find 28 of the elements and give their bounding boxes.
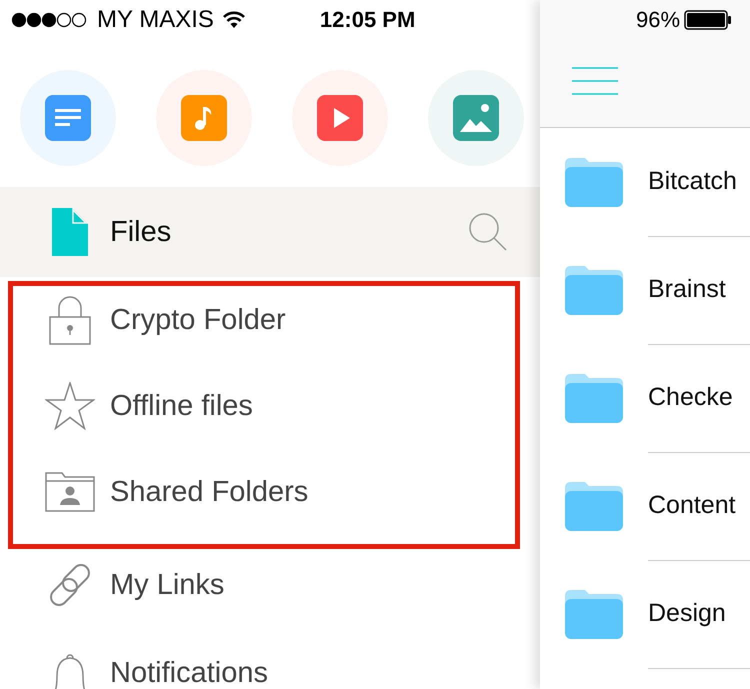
folder-icon [565, 157, 623, 207]
folder-name[interactable]: Design [648, 599, 726, 628]
folder-name[interactable]: Brainst [648, 275, 726, 304]
menu-item[interactable]: Notifications [0, 629, 540, 689]
menu-item[interactable]: Shared Folders [13, 458, 515, 544]
menu-item[interactable]: Crypto Folder [13, 286, 515, 372]
folder-icon [565, 265, 623, 315]
folder-icon [565, 373, 623, 423]
battery-percentage: 96% [636, 7, 680, 33]
battery-icon [684, 10, 732, 30]
folder-name[interactable]: Bitcatch [648, 167, 737, 196]
shared-folder-icon [45, 472, 95, 512]
folder-icon [565, 481, 623, 531]
lock-icon [49, 295, 91, 345]
menu-item[interactable]: My Links [0, 541, 540, 629]
folder-name[interactable]: Checke [648, 383, 733, 412]
menu-icon[interactable] [572, 67, 618, 95]
menu-item[interactable]: Offline files [13, 372, 515, 458]
folder-name[interactable]: Content [648, 491, 736, 520]
signal-strength-icon [11, 12, 89, 28]
file-icon [52, 208, 88, 256]
folder-icon [565, 589, 623, 639]
clock-time: 12:05 PM [320, 7, 416, 33]
menu-item[interactable]: Files [0, 187, 540, 277]
star-icon [45, 382, 95, 430]
wifi-icon [222, 11, 246, 29]
search-icon[interactable] [468, 212, 508, 252]
carrier-name: MY MAXIS [97, 6, 214, 34]
